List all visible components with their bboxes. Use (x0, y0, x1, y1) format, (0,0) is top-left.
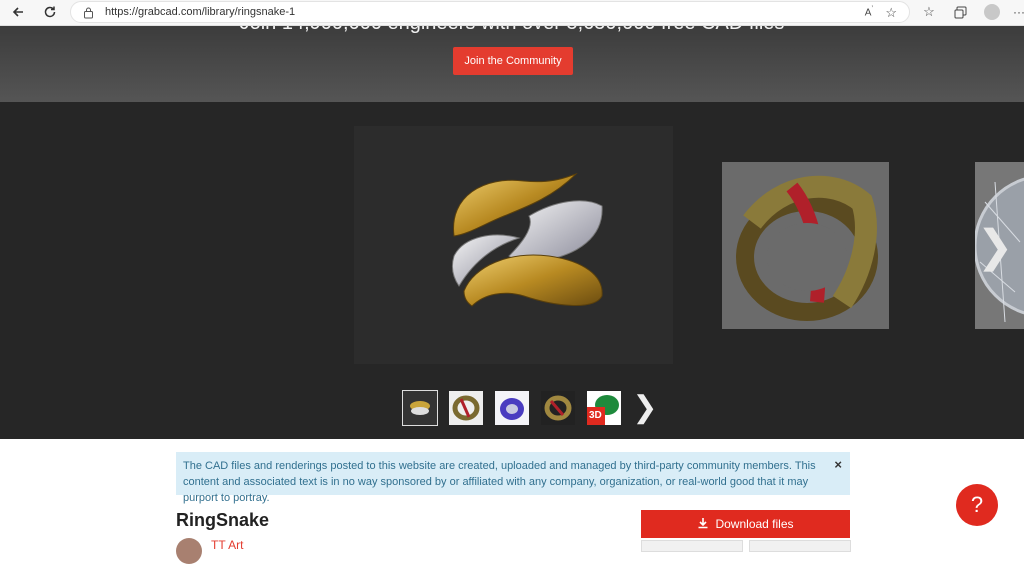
main-render-image[interactable] (354, 126, 673, 364)
address-bar[interactable]: https://grabcad.com/library/ringsnake-1 … (70, 1, 910, 23)
banner-heading: Join 14,900,000 engineers with over 5,65… (0, 26, 1024, 35)
favorite-icon[interactable]: ☆ (885, 5, 897, 21)
more-icon[interactable]: ··· (1010, 3, 1024, 21)
favorites-icon[interactable]: ☆ (920, 3, 938, 21)
thumbnail-2[interactable] (449, 391, 483, 425)
thumbnail-4[interactable] (541, 391, 575, 425)
image-gallery: ❯ 3D ❯ (0, 102, 1024, 439)
thumbnail-3[interactable] (495, 391, 529, 425)
download-files-button[interactable]: Download files (641, 510, 850, 538)
url-text[interactable]: https://grabcad.com/library/ringsnake-1 (105, 6, 295, 18)
download-icon (697, 517, 709, 532)
thumbnail-5-3d[interactable]: 3D (587, 391, 621, 425)
download-label: Download files (715, 517, 794, 531)
help-button[interactable]: ? (956, 484, 998, 526)
join-community-button[interactable]: Join the Community (453, 47, 573, 75)
share-button[interactable] (749, 540, 851, 552)
disclaimer-notice: The CAD files and renderings posted to t… (176, 452, 850, 504)
model-title: RingSnake (176, 510, 270, 530)
gallery-next-arrow[interactable]: ❯ (975, 222, 1015, 272)
thumbnail-1[interactable] (402, 390, 438, 426)
author-avatar[interactable] (176, 538, 202, 564)
close-icon[interactable]: × (834, 457, 842, 473)
back-icon[interactable] (8, 2, 28, 22)
profile-icon[interactable] (983, 3, 1001, 21)
refresh-icon[interactable] (40, 2, 60, 22)
collections-icon[interactable] (951, 3, 969, 21)
side-render-image[interactable] (722, 162, 889, 329)
thumbnail-next-arrow[interactable]: ❯ (632, 388, 658, 428)
read-aloud-icon[interactable]: Aʼ (865, 6, 873, 18)
notice-text: The CAD files and renderings posted to t… (183, 460, 816, 504)
browser-toolbar: https://grabcad.com/library/ringsnake-1 … (0, 0, 1024, 26)
lock-icon[interactable] (83, 6, 94, 24)
community-banner: Join 14,900,000 engineers with over 5,65… (0, 26, 1024, 102)
like-button[interactable] (641, 540, 743, 552)
author-name[interactable]: TT Art (211, 538, 243, 552)
3d-badge: 3D (589, 410, 602, 421)
